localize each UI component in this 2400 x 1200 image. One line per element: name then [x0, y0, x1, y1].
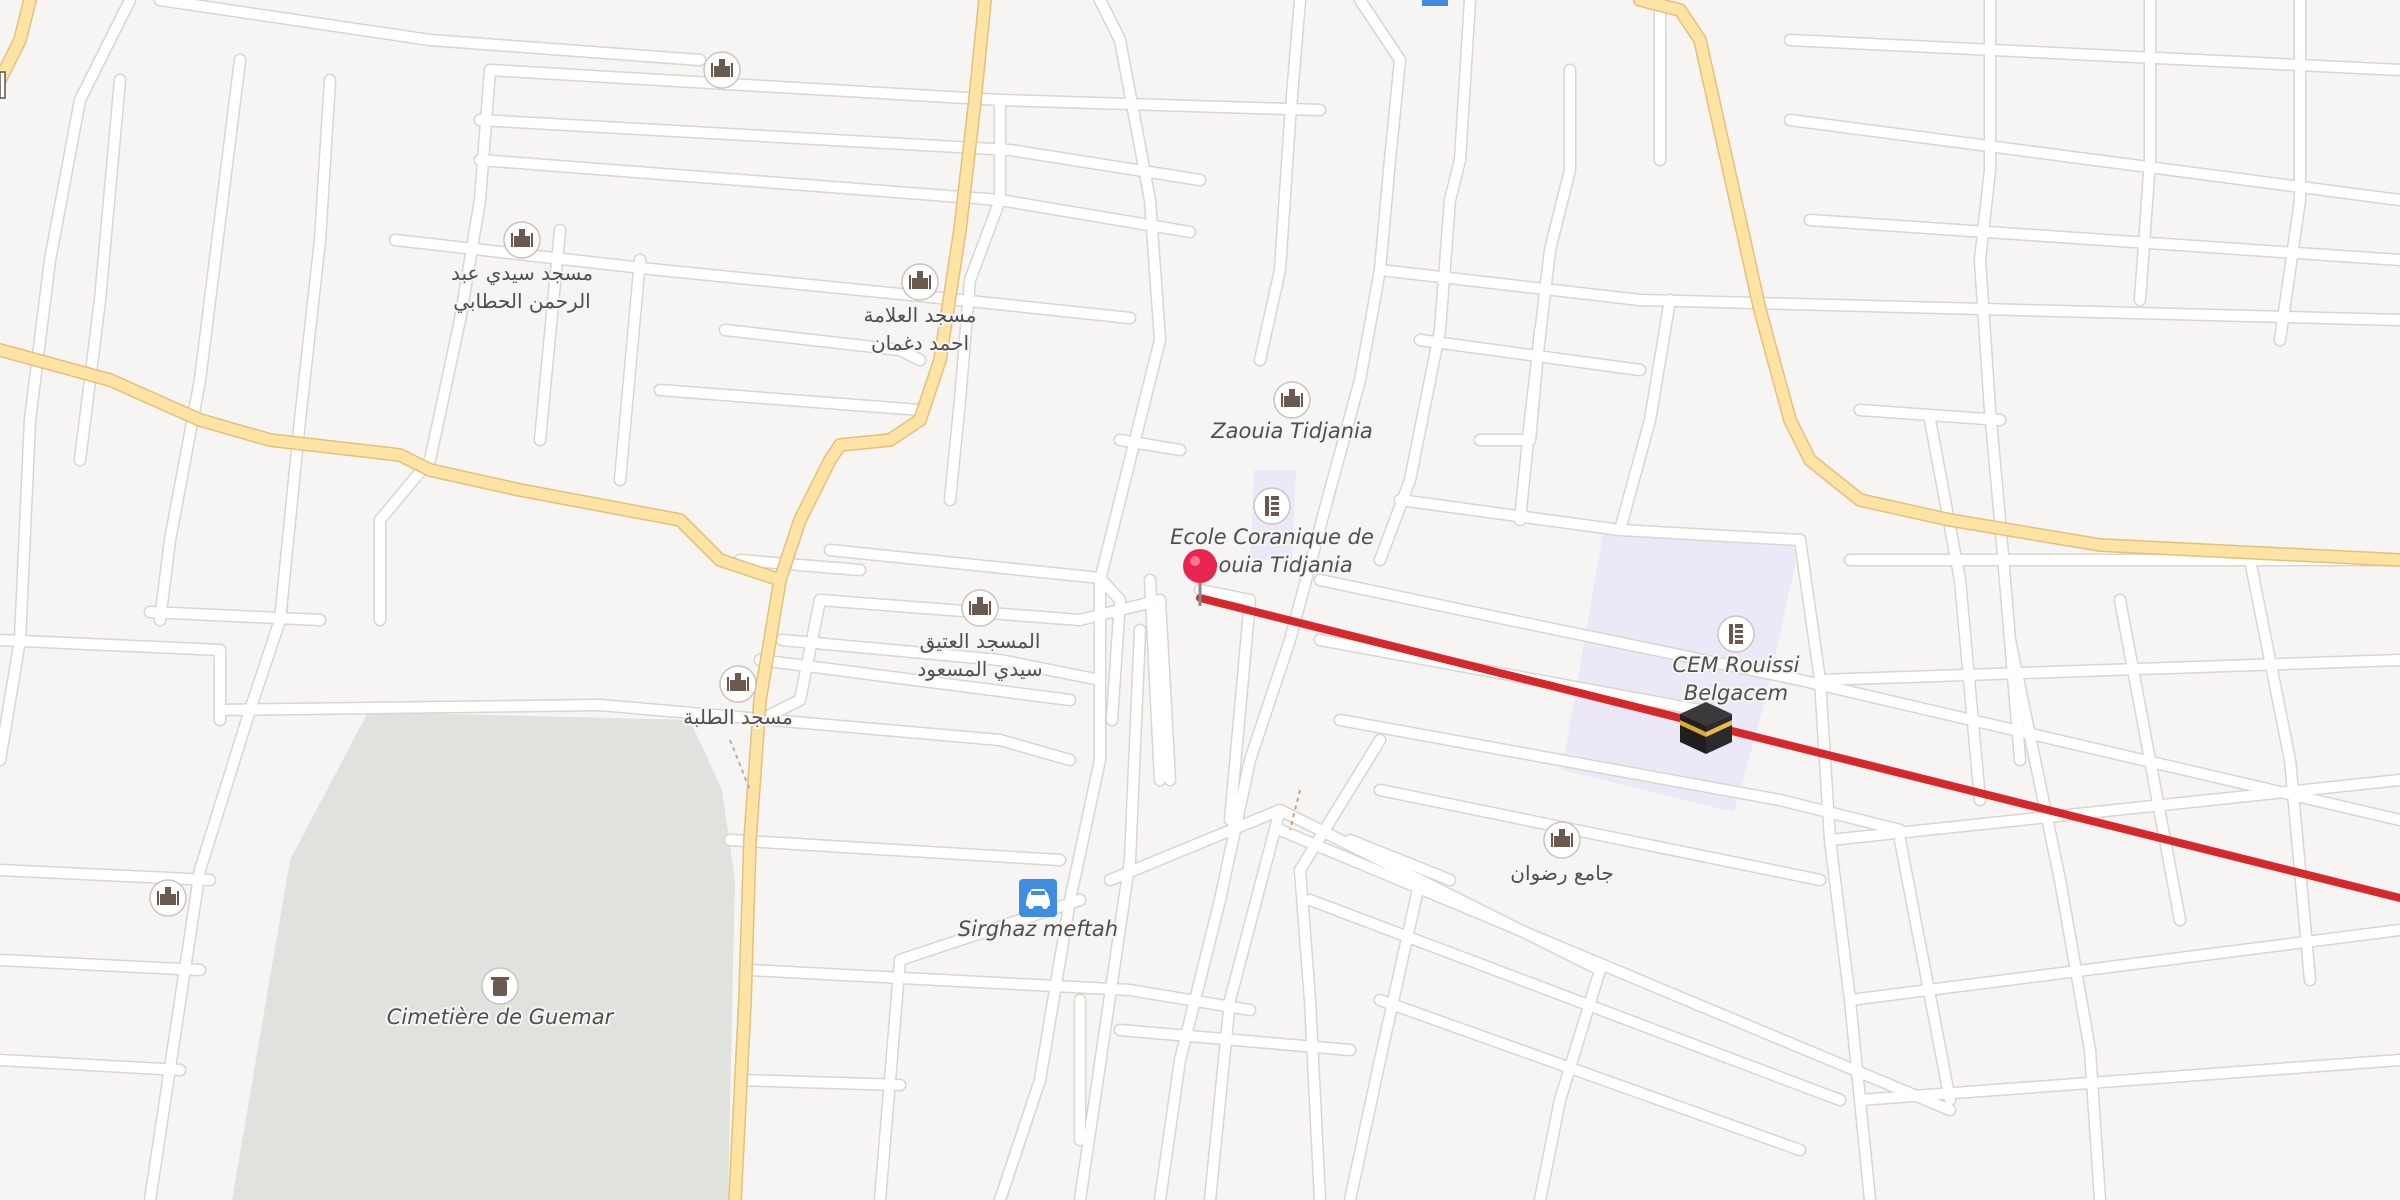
poi-mosque-radwan[interactable] [1543, 821, 1581, 859]
label-mosque-allama-line2: احمد دغمان [871, 331, 969, 355]
label-mosque-radwan: جامع رضوان [1510, 861, 1613, 885]
poi-parking-sirghaz[interactable] [1019, 879, 1057, 917]
poi-cemetery-guemar[interactable] [481, 967, 519, 1005]
poi-zaouia-tidjania[interactable] [1273, 381, 1311, 419]
poi-mosque-atiq[interactable] [961, 589, 999, 627]
school-icon-circle [1717, 615, 1755, 653]
label-cemetery-guemar: Cimetière de Guemar [387, 1005, 615, 1029]
poi-mosque-talaba[interactable] [719, 665, 757, 703]
poi-mosque-abderrahmane[interactable] [503, 221, 541, 259]
clipped-poi-icon [1422, 0, 1448, 6]
poi-cem-rouissi[interactable] [1717, 615, 1755, 653]
label-mosque-allama-line1: مسجد العلامة [864, 303, 977, 327]
poi-mosque-top[interactable] [703, 51, 741, 89]
poi-ecole-coranique[interactable] [1253, 487, 1291, 525]
label-mosque-talaba: مسجد الطلبة [683, 705, 793, 729]
label-parking-sirghaz: Sirghaz meftah [958, 917, 1118, 941]
label-mosque-atiq-line2: سيدي المسعود [917, 657, 1042, 682]
poi-mosque-allama[interactable] [901, 263, 939, 301]
label-cem-rouissi-line1: CEM Rouissi [1672, 653, 1799, 677]
clipped-edge-marker [0, 71, 6, 99]
cemetery-icon [491, 977, 509, 996]
label-cem-rouissi-line2: Belgacem [1684, 681, 1788, 705]
poi-mosque-left[interactable] [149, 879, 187, 917]
label-zaouia-tidjania: Zaouia Tidjania [1210, 419, 1373, 443]
label-mosque-abderrahmane-line1: مسجد سيدي عبد [451, 261, 593, 286]
label-ecole-coranique-line1: Ecole Coranique de [1170, 525, 1374, 549]
label-mosque-atiq-line1: المسجد العتيق [920, 629, 1041, 653]
label-mosque-abderrahmane-line2: الرحمن الحطابي [453, 289, 591, 314]
school-icon-circle [1253, 487, 1291, 525]
map-canvas[interactable]: مسجد سيدي عبد الرحمن الحطابي مسجد العلام… [0, 0, 2400, 1200]
